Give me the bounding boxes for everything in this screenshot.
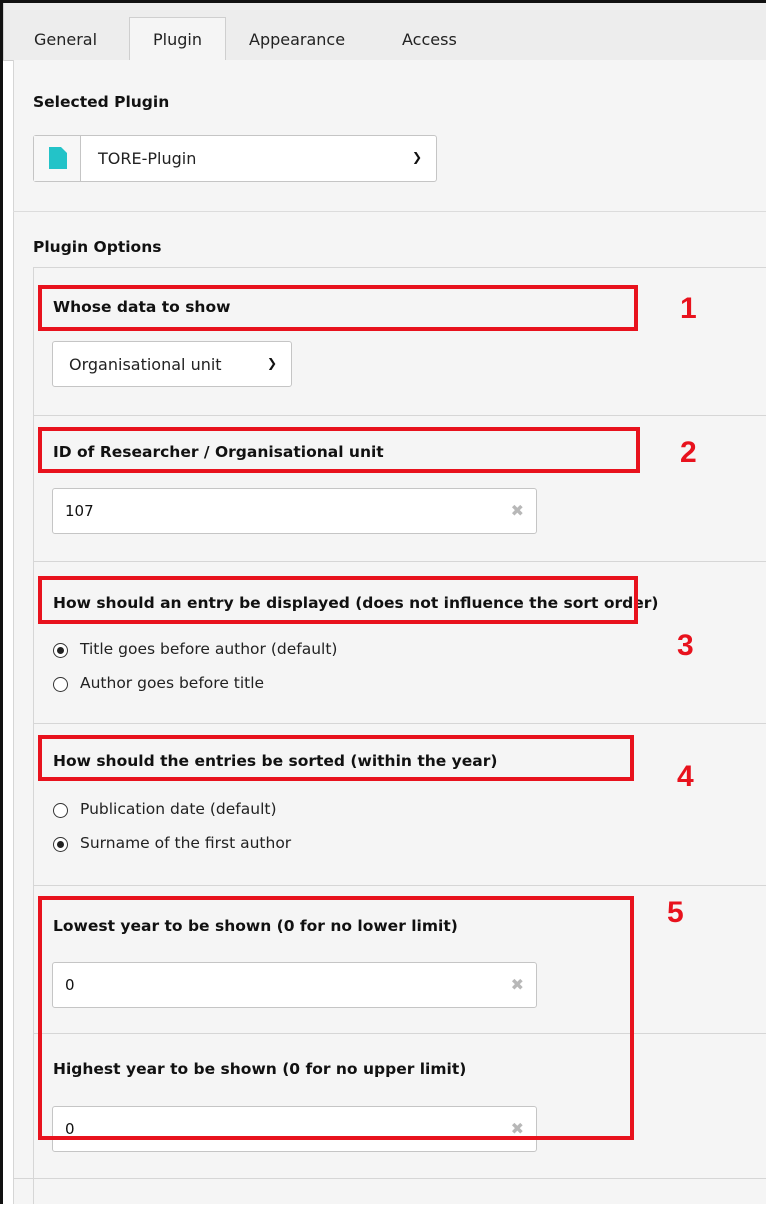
divider xyxy=(13,1178,766,1179)
divider xyxy=(34,723,766,724)
tab-plugin[interactable]: Plugin xyxy=(129,17,226,62)
annotation-box-3 xyxy=(38,576,638,624)
radio-label: Title goes before author (default) xyxy=(80,640,338,658)
radio-checked-icon[interactable] xyxy=(53,643,68,658)
plugin-select[interactable]: TORE-Plugin ❯ xyxy=(33,135,437,182)
radio-checked-icon[interactable] xyxy=(53,837,68,852)
annotation-box-2 xyxy=(38,427,640,473)
tab-general[interactable]: General xyxy=(34,18,97,61)
radio-label: Surname of the first author xyxy=(80,834,292,852)
whose-data-value: Organisational unit xyxy=(69,355,222,374)
whose-data-select[interactable]: Organisational unit ❯ xyxy=(52,341,292,387)
divider xyxy=(13,211,766,212)
document-icon xyxy=(49,147,67,169)
selected-plugin-heading: Selected Plugin xyxy=(33,93,170,111)
tab-bar: General Plugin Appearance Access xyxy=(3,3,766,62)
annotation-box-4 xyxy=(38,735,634,781)
plugin-select-value: TORE-Plugin xyxy=(98,149,197,168)
annotation-number-4: 4 xyxy=(677,760,694,793)
annotation-number-3: 3 xyxy=(677,629,694,662)
divider xyxy=(34,561,766,562)
annotation-number-2: 2 xyxy=(680,436,697,469)
divider xyxy=(34,885,766,886)
tab-appearance[interactable]: Appearance xyxy=(249,18,345,61)
bottom-margin xyxy=(0,1204,766,1210)
radio-label: Author goes before title xyxy=(80,674,265,692)
annotation-box-1 xyxy=(38,285,638,331)
radio-unchecked-icon[interactable] xyxy=(53,677,68,692)
tab-access[interactable]: Access xyxy=(402,18,457,61)
divider xyxy=(34,415,766,416)
clear-icon[interactable]: ✖ xyxy=(511,501,524,520)
id-input-value: 107 xyxy=(65,502,94,520)
annotation-box-5 xyxy=(38,896,634,1140)
chevron-down-icon: ❯ xyxy=(267,356,278,370)
id-input[interactable]: 107 ✖ xyxy=(52,488,537,534)
chevron-down-icon: ❯ xyxy=(412,150,423,164)
plugin-icon-box xyxy=(34,136,81,181)
plugin-options-heading: Plugin Options xyxy=(33,238,162,256)
radio-label: Publication date (default) xyxy=(80,800,277,818)
annotation-number-1: 1 xyxy=(680,292,697,325)
annotation-number-5: 5 xyxy=(667,896,684,929)
radio-unchecked-icon[interactable] xyxy=(53,803,68,818)
